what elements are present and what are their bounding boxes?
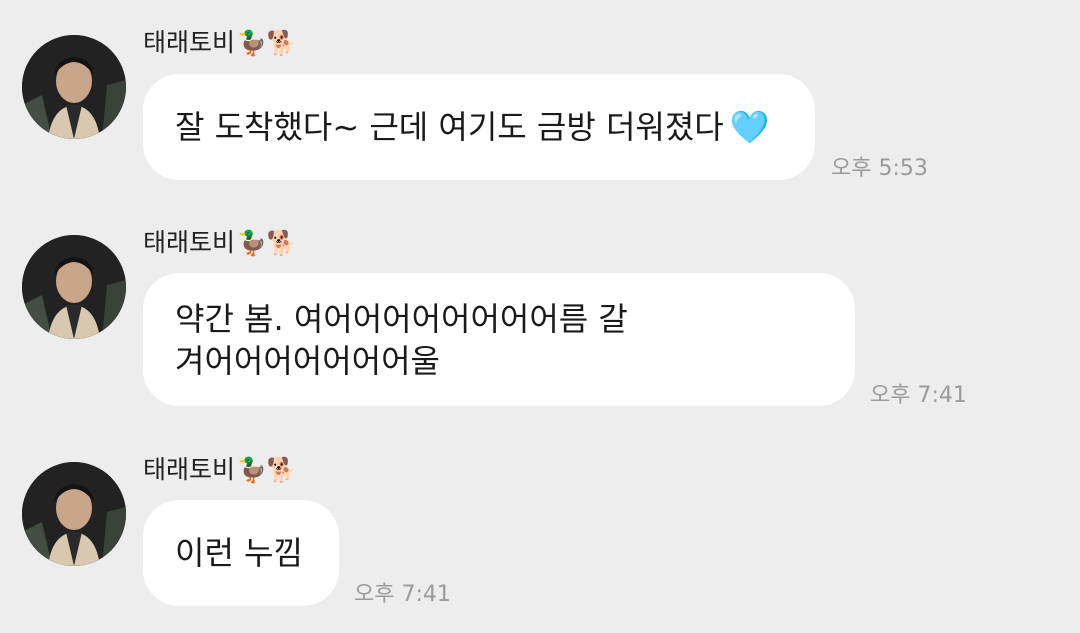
light-blue-heart-icon: 🩵 bbox=[729, 108, 770, 146]
message-bubble[interactable]: 잘 도착했다~ 근데 여기도 금방 더워졌다 🩵 bbox=[143, 74, 815, 180]
chat-screen: { "messages": [ { "sender": "태래토비", "sen… bbox=[0, 0, 1080, 633]
sender-name: 태래토비🦆🐕 bbox=[143, 28, 297, 58]
sender-name: 태래토비🦆🐕 bbox=[143, 228, 297, 258]
sender-emoji-icon: 🦆🐕 bbox=[237, 229, 297, 257]
avatar-photo bbox=[22, 235, 126, 339]
avatar[interactable] bbox=[22, 462, 126, 566]
message-time: 오후 7:41 bbox=[354, 582, 451, 607]
avatar[interactable] bbox=[22, 35, 126, 139]
avatar-photo bbox=[22, 35, 126, 139]
sender-emoji-icon: 🦆🐕 bbox=[237, 29, 297, 57]
sender-emoji-icon: 🦆🐕 bbox=[237, 456, 297, 484]
message-bubble[interactable]: 약간 봄. 여어어어어어어어어름 갈 겨어어어어어어어울 bbox=[143, 273, 855, 406]
avatar[interactable] bbox=[22, 235, 126, 339]
message-time: 오후 7:41 bbox=[870, 383, 967, 408]
sender-name-text: 태래토비 bbox=[143, 455, 236, 484]
avatar-photo bbox=[22, 462, 126, 566]
message-text: 이런 누낌 bbox=[175, 534, 303, 572]
message-bubble[interactable]: 이런 누낌 bbox=[143, 500, 339, 606]
sender-name: 태래토비🦆🐕 bbox=[143, 455, 297, 485]
message-text: 잘 도착했다~ 근데 여기도 금방 더워졌다 bbox=[175, 108, 724, 146]
message-text: 약간 봄. 여어어어어어어어어름 갈 겨어어어어어어어울 bbox=[175, 299, 628, 380]
message-time: 오후 5:53 bbox=[831, 156, 928, 181]
sender-name-text: 태래토비 bbox=[143, 28, 236, 57]
sender-name-text: 태래토비 bbox=[143, 228, 236, 257]
